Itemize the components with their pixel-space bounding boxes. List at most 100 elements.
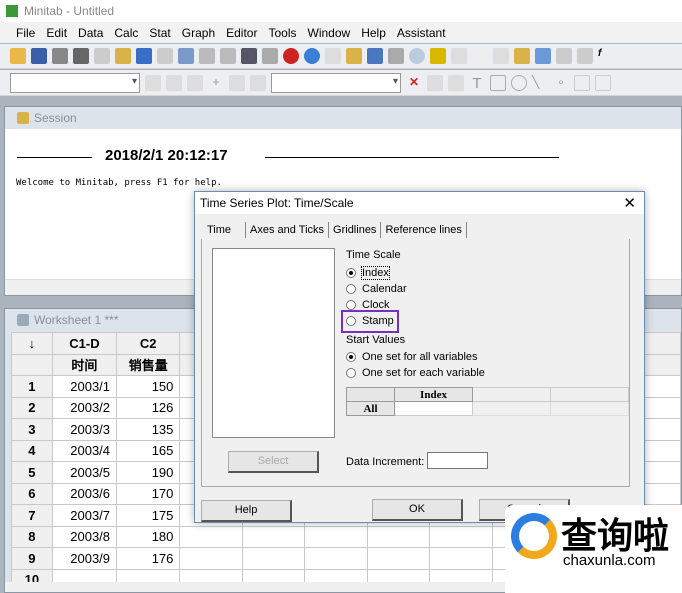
rectangle-icon[interactable] <box>490 74 506 91</box>
menu-editor[interactable]: Editor <box>226 26 257 40</box>
paste-icon[interactable] <box>115 48 131 64</box>
delete-icon[interactable]: ✕ <box>406 75 422 91</box>
cell[interactable] <box>366 525 431 548</box>
crosshair-icon[interactable]: + <box>208 75 224 91</box>
cell[interactable]: 126 <box>116 396 181 419</box>
cell[interactable]: 2003/5 <box>51 461 118 484</box>
radio-calendar[interactable]: Calendar <box>346 281 407 297</box>
row-number[interactable]: 1 <box>11 375 53 398</box>
tab-time[interactable]: Time <box>203 222 247 238</box>
cell[interactable] <box>179 547 243 570</box>
row-number[interactable]: 3 <box>11 418 53 441</box>
line-icon[interactable]: ╲ <box>532 75 548 91</box>
cell[interactable]: 180 <box>116 525 181 548</box>
cell[interactable]: 2003/3 <box>51 418 118 441</box>
column-name[interactable]: 销售量 <box>116 353 181 376</box>
cell[interactable] <box>304 547 368 570</box>
cell[interactable]: 165 <box>116 439 181 462</box>
cell[interactable]: 135 <box>116 418 181 441</box>
row-number[interactable]: 4 <box>11 439 53 462</box>
cell[interactable] <box>429 525 493 548</box>
cell[interactable]: 2003/6 <box>51 482 118 505</box>
row-number[interactable]: 8 <box>11 525 53 548</box>
menu-graph[interactable]: Graph <box>182 26 215 40</box>
cell[interactable]: 2003/4 <box>51 439 118 462</box>
menu-edit[interactable]: Edit <box>46 26 67 40</box>
filter-icon[interactable] <box>229 74 245 91</box>
data-increment-input[interactable] <box>427 452 488 469</box>
graphs-icon[interactable] <box>388 48 404 64</box>
menu-assistant[interactable]: Assistant <box>397 26 446 40</box>
radio-one-set-all[interactable]: One set for all variables <box>346 349 485 365</box>
index-cell[interactable] <box>394 401 473 416</box>
cancel-icon[interactable] <box>283 48 299 64</box>
tab-axes-and-ticks[interactable]: Axes and Ticks <box>246 222 330 238</box>
close-icon[interactable]: ✕ <box>623 194 636 212</box>
swap-icon[interactable] <box>250 74 266 91</box>
polygon-icon[interactable] <box>595 74 611 91</box>
graph-combo[interactable] <box>10 72 140 93</box>
menu-file[interactable]: File <box>16 26 35 40</box>
worksheet-icon[interactable] <box>178 48 194 64</box>
cell[interactable]: 2003/1 <box>51 375 118 398</box>
brush-icon[interactable] <box>145 74 161 91</box>
cell[interactable]: 176 <box>116 547 181 570</box>
windows-icon[interactable] <box>367 48 383 64</box>
new-icon[interactable] <box>472 48 488 64</box>
save-icon[interactable] <box>31 48 47 64</box>
cell[interactable]: 190 <box>116 461 181 484</box>
dot-icon[interactable]: ∘ <box>553 75 569 91</box>
direction-arrow[interactable]: ↓ <box>11 332 53 355</box>
copy-icon[interactable] <box>94 48 110 64</box>
menu-stat[interactable]: Stat <box>149 26 170 40</box>
column-name[interactable]: 时间 <box>51 353 118 376</box>
menu-calc[interactable]: Calc <box>114 26 138 40</box>
close-all-icon[interactable] <box>577 48 593 64</box>
select-icon[interactable] <box>166 74 182 91</box>
cell[interactable] <box>241 547 306 570</box>
data-window-icon[interactable] <box>535 48 551 64</box>
pointer-icon[interactable] <box>448 74 464 91</box>
row-number[interactable]: 7 <box>11 504 53 527</box>
variables-list[interactable] <box>212 248 335 438</box>
row-number[interactable]: 5 <box>11 461 53 484</box>
radio-one-set-each[interactable]: One set for each variable <box>346 365 485 381</box>
cell[interactable]: 2003/9 <box>51 547 118 570</box>
cell[interactable] <box>366 547 431 570</box>
undo-icon[interactable] <box>136 48 152 64</box>
session-icon[interactable] <box>346 48 362 64</box>
cell[interactable]: 2003/2 <box>51 396 118 419</box>
open-icon[interactable] <box>10 48 26 64</box>
row-number[interactable]: 2 <box>11 396 53 419</box>
project-icon[interactable] <box>514 48 530 64</box>
tab-reference-lines[interactable]: Reference lines <box>381 222 467 238</box>
down-icon[interactable] <box>220 48 236 64</box>
radio-index[interactable]: Index <box>346 265 407 281</box>
text-icon[interactable]: T <box>469 75 485 92</box>
item-combo[interactable] <box>271 72 401 93</box>
help-button[interactable]: Help <box>201 500 292 522</box>
cut-icon[interactable] <box>73 48 89 64</box>
cell[interactable]: 175 <box>116 504 181 527</box>
select-button[interactable]: Select <box>228 451 319 473</box>
cell[interactable]: 2003/7 <box>51 504 118 527</box>
up-icon[interactable] <box>199 48 215 64</box>
history-icon[interactable] <box>430 48 446 64</box>
cell[interactable] <box>429 547 493 570</box>
menu-data[interactable]: Data <box>78 26 103 40</box>
row-number[interactable]: 9 <box>11 547 53 570</box>
cell[interactable] <box>241 525 306 548</box>
row-number[interactable]: 6 <box>11 482 53 505</box>
ok-button[interactable]: OK <box>372 499 463 521</box>
cell[interactable] <box>179 525 243 548</box>
menu-window[interactable]: Window <box>308 26 351 40</box>
sigma-icon[interactable] <box>325 48 341 64</box>
menu-help[interactable]: Help <box>361 26 386 40</box>
find-icon[interactable] <box>241 48 257 64</box>
cell[interactable]: 150 <box>116 375 181 398</box>
print-icon[interactable] <box>52 48 68 64</box>
column-header[interactable]: C2 <box>116 332 181 355</box>
column-header[interactable]: C1-D <box>51 332 118 355</box>
pen-icon[interactable] <box>187 74 203 91</box>
menu-tools[interactable]: Tools <box>268 26 296 40</box>
